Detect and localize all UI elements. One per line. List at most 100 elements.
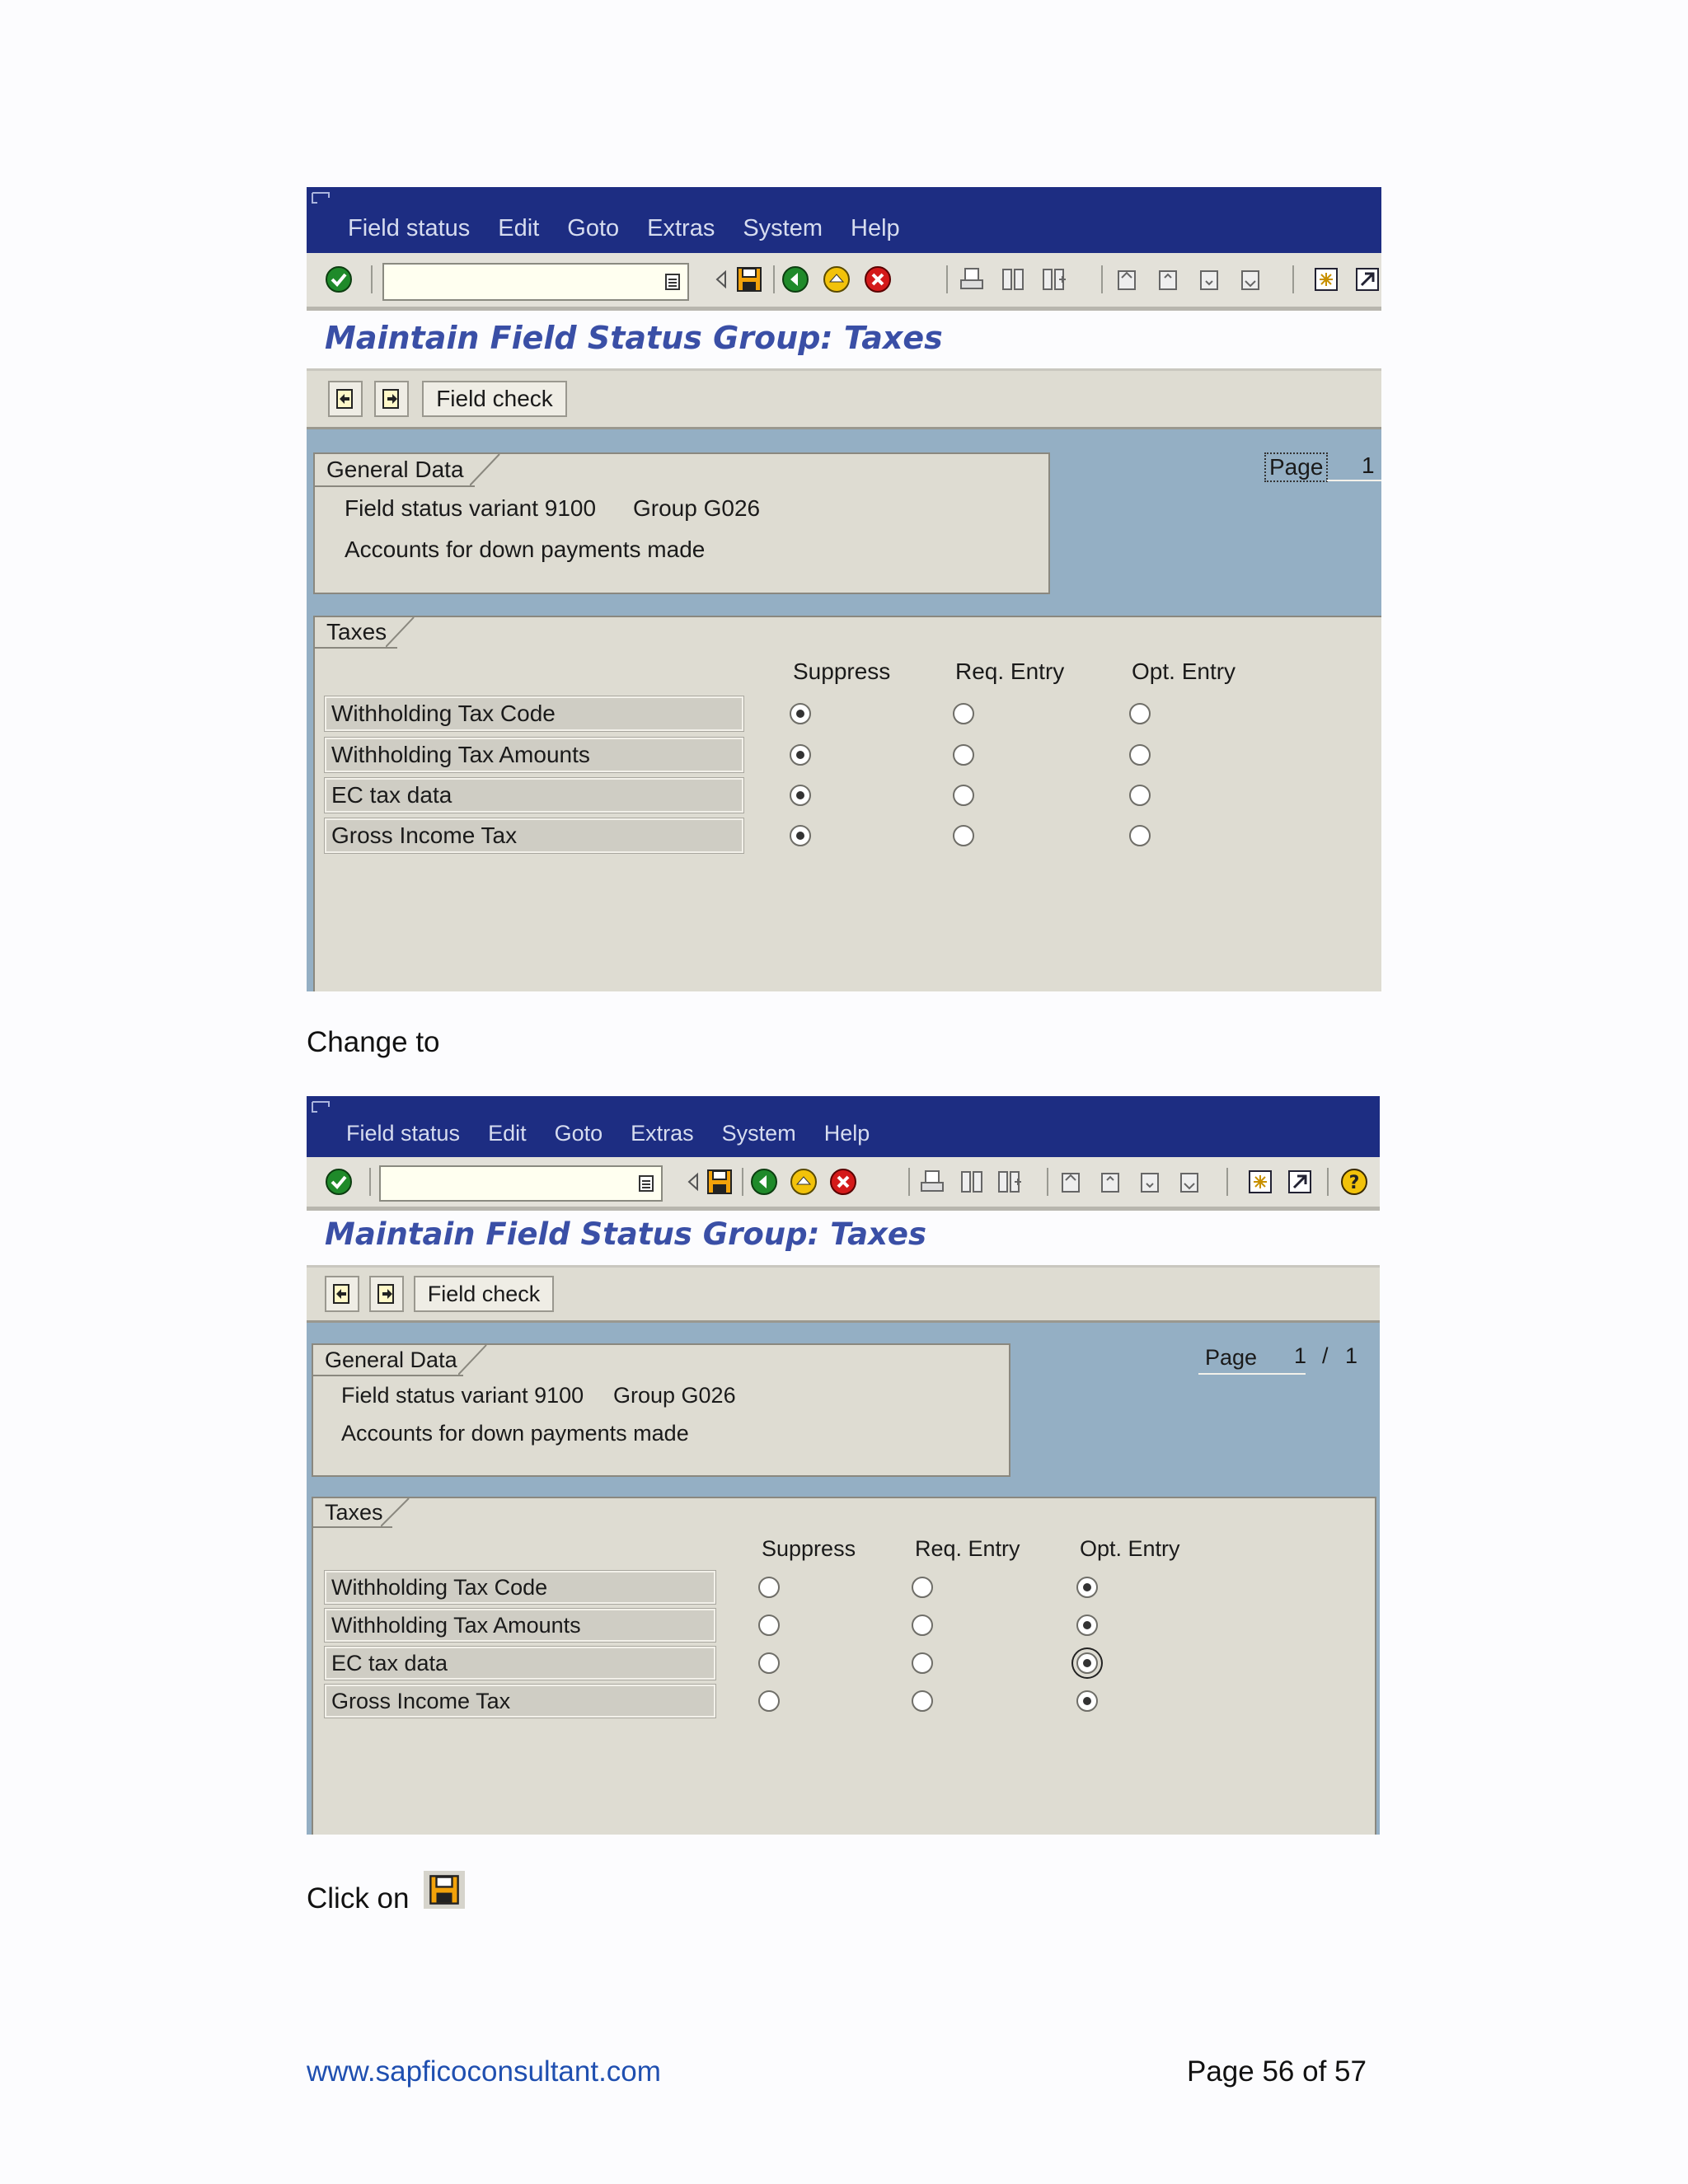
radio-req-3[interactable] [912, 1690, 933, 1712]
cancel-icon[interactable] [864, 265, 892, 293]
column-req-entry: Req. Entry [915, 1536, 1020, 1561]
radio-opt-2[interactable] [1129, 785, 1151, 806]
row-label: Withholding Tax Code [324, 1570, 716, 1605]
standard-toolbar: ? [307, 1157, 1380, 1211]
menu-system[interactable]: System [722, 1121, 796, 1146]
next-page-icon[interactable] [1195, 265, 1223, 293]
next-group-icon [382, 389, 399, 409]
row-label: Gross Income Tax [324, 818, 744, 854]
radio-req-1[interactable] [953, 744, 974, 766]
radio-suppress-2[interactable] [790, 785, 811, 806]
radio-opt-0[interactable] [1129, 703, 1151, 724]
radio-req-0[interactable] [953, 703, 974, 724]
previous-group-button[interactable] [325, 1276, 359, 1312]
footer-website-link[interactable]: www.sapficoconsultant.com [307, 2055, 661, 2088]
application-toolbar: Field check [307, 1265, 1380, 1323]
next-page-icon[interactable] [1136, 1168, 1164, 1196]
shortcut-icon[interactable] [1286, 1168, 1314, 1196]
radio-suppress-0[interactable] [790, 703, 811, 724]
save-icon[interactable] [735, 265, 763, 293]
menu-system[interactable]: System [743, 215, 823, 242]
description-text: Accounts for down payments made [345, 537, 706, 562]
previous-page-icon[interactable] [1096, 1168, 1124, 1196]
command-field[interactable] [379, 1165, 663, 1202]
last-page-icon[interactable] [1236, 265, 1264, 293]
new-session-icon[interactable] [1246, 1168, 1274, 1196]
find-icon[interactable] [999, 265, 1027, 293]
radio-suppress-2[interactable] [758, 1652, 780, 1674]
taxes-tab: Taxes [315, 617, 397, 649]
page-value: 1 [1362, 452, 1375, 478]
back-icon[interactable] [750, 1168, 778, 1196]
command-dropdown-icon[interactable] [664, 273, 681, 291]
variant-text: Field status variant 9100 [341, 1383, 584, 1408]
command-dropdown-icon[interactable] [638, 1174, 654, 1193]
menu-extras[interactable]: Extras [631, 1121, 694, 1146]
menu-help[interactable]: Help [824, 1121, 870, 1146]
radio-opt-1[interactable] [1076, 1615, 1098, 1636]
radio-opt-1[interactable] [1129, 744, 1151, 766]
field-check-button[interactable]: Field check [414, 1276, 554, 1312]
find-icon[interactable] [958, 1168, 986, 1196]
radio-opt-3[interactable] [1129, 825, 1151, 846]
sap-screen-after: Field status Edit Goto Extras System Hel… [307, 1096, 1380, 1835]
row-label: Gross Income Tax [324, 1684, 716, 1718]
enter-icon[interactable] [325, 1168, 353, 1196]
menu-edit[interactable]: Edit [498, 215, 539, 242]
row-label: Withholding Tax Amounts [324, 1608, 716, 1643]
first-page-icon[interactable] [1057, 1168, 1085, 1196]
radio-suppress-3[interactable] [790, 825, 811, 846]
field-check-button[interactable]: Field check [422, 381, 567, 417]
next-group-button[interactable] [374, 381, 409, 417]
last-page-icon[interactable] [1175, 1168, 1203, 1196]
print-icon[interactable] [958, 265, 986, 293]
menu-field-status[interactable]: Field status [348, 215, 470, 242]
back-icon[interactable] [781, 265, 809, 293]
exit-icon[interactable] [823, 265, 851, 293]
save-icon[interactable] [706, 1168, 734, 1196]
cancel-icon[interactable] [829, 1168, 857, 1196]
radio-req-3[interactable] [953, 825, 974, 846]
menu-extras[interactable]: Extras [647, 215, 715, 242]
radio-suppress-1[interactable] [790, 744, 811, 766]
window-corner-icon[interactable] [312, 1101, 333, 1118]
menu-field-status[interactable]: Field status [346, 1121, 460, 1146]
next-group-button[interactable] [369, 1276, 404, 1312]
back-arrow-icon[interactable] [679, 1168, 707, 1196]
radio-req-1[interactable] [912, 1615, 933, 1636]
row-label: EC tax data [324, 1646, 716, 1680]
radio-req-2[interactable] [953, 785, 974, 806]
radio-suppress-3[interactable] [758, 1690, 780, 1712]
radio-suppress-1[interactable] [758, 1615, 780, 1636]
find-next-icon[interactable] [996, 1168, 1024, 1196]
menu-goto[interactable]: Goto [567, 215, 619, 242]
screen-title: Maintain Field Status Group: Taxes [307, 1212, 1380, 1259]
new-session-icon[interactable] [1312, 265, 1340, 293]
print-icon[interactable] [918, 1168, 946, 1196]
back-arrow-icon[interactable] [707, 265, 735, 293]
previous-group-button[interactable] [328, 381, 363, 417]
menu-goto[interactable]: Goto [555, 1121, 603, 1146]
shortcut-icon[interactable] [1353, 265, 1381, 293]
menu-edit[interactable]: Edit [488, 1121, 527, 1146]
radio-req-2[interactable] [912, 1652, 933, 1674]
screen-title: Maintain Field Status Group: Taxes [307, 315, 1381, 364]
enter-icon[interactable] [325, 265, 353, 293]
radio-opt-3[interactable] [1076, 1690, 1098, 1712]
command-field[interactable] [382, 263, 689, 301]
general-data-tab: General Data [313, 1345, 463, 1376]
previous-group-icon [333, 1284, 349, 1304]
help-icon[interactable]: ? [1340, 1168, 1368, 1196]
radio-req-0[interactable] [912, 1577, 933, 1598]
change-to-text: Change to [307, 1026, 440, 1058]
find-next-icon[interactable] [1040, 265, 1068, 293]
radio-suppress-0[interactable] [758, 1577, 780, 1598]
exit-icon[interactable] [790, 1168, 818, 1196]
menu-help[interactable]: Help [851, 215, 900, 242]
window-corner-icon[interactable] [312, 192, 333, 209]
previous-page-icon[interactable] [1154, 265, 1182, 293]
menu-bar: Field status Edit Goto Extras System Hel… [307, 1096, 1380, 1157]
radio-opt-0[interactable] [1076, 1577, 1098, 1598]
first-page-icon[interactable] [1113, 265, 1141, 293]
radio-opt-2[interactable] [1076, 1652, 1098, 1674]
